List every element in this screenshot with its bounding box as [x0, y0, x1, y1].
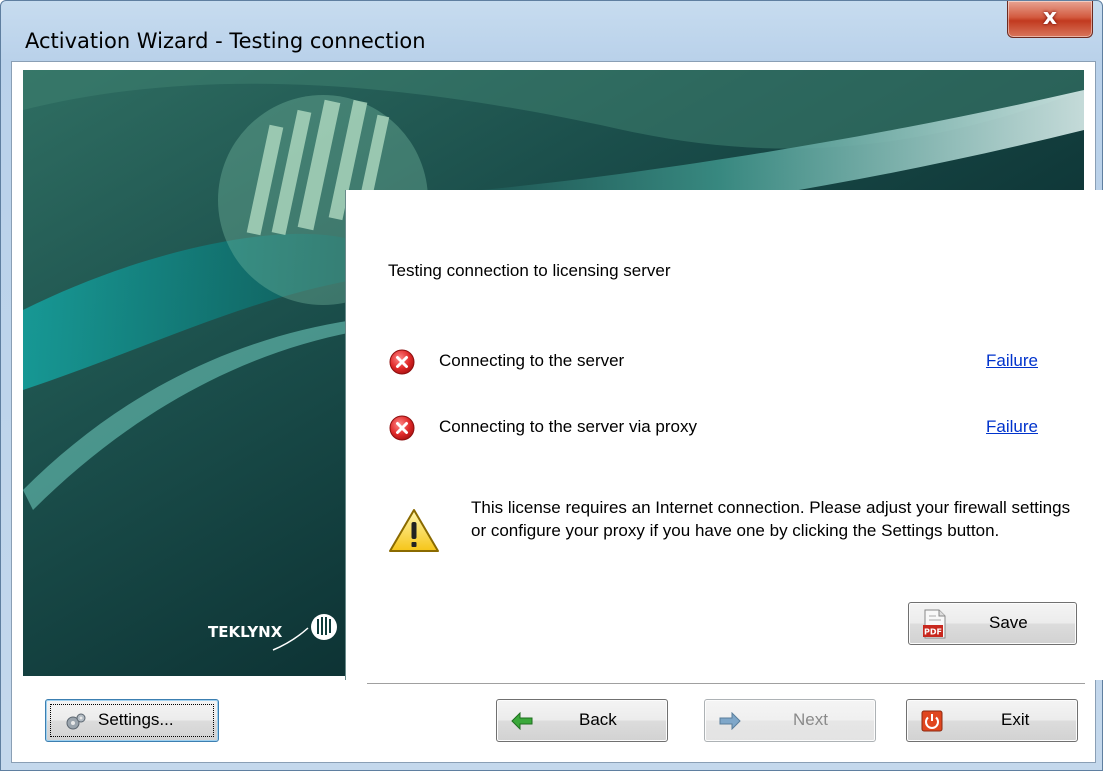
- pdf-icon: PDF: [923, 609, 946, 639]
- arrow-right-icon: [719, 712, 741, 730]
- close-button[interactable]: x: [1007, 1, 1093, 38]
- arrow-left-icon: [511, 712, 533, 730]
- check-row-proxy: Connecting to the server via proxy Failu…: [388, 414, 1038, 442]
- save-button[interactable]: PDF Save: [908, 602, 1077, 645]
- footer-separator: [367, 683, 1085, 685]
- warning-message: This license requires an Internet connec…: [471, 498, 1071, 540]
- teklynx-logo-text: TEKLYNX: [208, 623, 283, 641]
- wizard-client-area: TEKLYNX Testing connection to licensing …: [11, 61, 1103, 763]
- window-title: Activation Wizard - Testing connection: [25, 29, 426, 53]
- settings-label: Settings...: [98, 710, 174, 729]
- failure-link[interactable]: Failure: [986, 417, 1038, 437]
- power-icon: [921, 710, 943, 732]
- check-label: Connecting to the server: [439, 351, 625, 370]
- close-icon: x: [1042, 5, 1058, 30]
- back-label: Back: [579, 710, 617, 729]
- next-label: Next: [793, 710, 828, 729]
- exit-button[interactable]: Exit: [906, 699, 1078, 742]
- back-button[interactable]: Back: [496, 699, 668, 742]
- svg-text:PDF: PDF: [924, 628, 942, 637]
- error-icon: [389, 415, 415, 441]
- next-button[interactable]: Next: [704, 699, 876, 742]
- exit-label: Exit: [1001, 710, 1030, 729]
- gears-icon: [66, 713, 86, 730]
- title-bar[interactable]: Activation Wizard - Testing connection x: [1, 1, 1102, 61]
- page-heading: Testing connection to licensing server: [388, 261, 671, 280]
- settings-button[interactable]: Settings...: [45, 699, 219, 742]
- error-icon: [389, 349, 415, 375]
- failure-link[interactable]: Failure: [986, 351, 1038, 371]
- save-label: Save: [989, 613, 1028, 632]
- check-row-server: Connecting to the server Failure: [388, 348, 1038, 376]
- activation-wizard-window: Activation Wizard - Testing connection x: [0, 0, 1103, 771]
- warning-icon: [389, 509, 439, 552]
- check-label: Connecting to the server via proxy: [439, 417, 697, 436]
